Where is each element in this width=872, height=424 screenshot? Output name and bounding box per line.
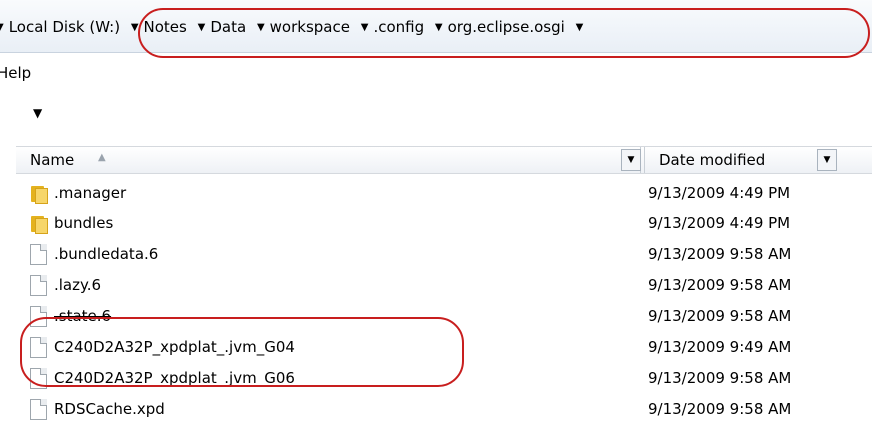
file-icon	[30, 399, 47, 420]
file-date: 9/13/2009 4:49 PM	[648, 214, 791, 232]
file-date: 9/13/2009 9:58 AM	[648, 307, 792, 325]
list-item[interactable]: .lazy.6 9/13/2009 9:58 AM	[0, 270, 872, 300]
column-date-label: Date modified	[659, 151, 766, 169]
chevron-down-icon[interactable]: ▼	[198, 22, 206, 33]
list-item[interactable]: .state.6 9/13/2009 9:58 AM	[0, 301, 872, 331]
list-item[interactable]: bundles 9/13/2009 4:49 PM	[0, 208, 872, 238]
file-date: 9/13/2009 9:58 AM	[648, 276, 792, 294]
chevron-down-icon[interactable]: ▼	[131, 22, 139, 33]
file-icon	[30, 368, 47, 389]
file-icon	[30, 306, 47, 327]
column-name-dropdown[interactable]: ▼	[621, 149, 641, 171]
breadcrumb-item[interactable]: ▼ .config	[361, 18, 424, 36]
folder-icon	[30, 213, 48, 234]
chevron-down-icon[interactable]: ▼	[435, 22, 443, 33]
menu-help[interactable]: Help	[0, 64, 31, 82]
file-date: 9/13/2009 9:58 AM	[648, 400, 792, 418]
sort-ascending-icon: ▲	[98, 152, 106, 163]
chevron-down-icon[interactable]: ▼	[576, 22, 584, 33]
file-name: bundles	[54, 214, 114, 232]
folder-icon	[30, 183, 48, 204]
breadcrumb-item[interactable]: ▼ workspace	[257, 18, 350, 36]
breadcrumb-item[interactable]: ▼ Notes	[131, 18, 187, 36]
file-date: 9/13/2009 9:58 AM	[648, 369, 792, 387]
file-name: C240D2A32P_xpdplat_.jvm_G04	[54, 338, 295, 356]
file-name: RDSCache.xpd	[54, 400, 165, 418]
list-item[interactable]: .manager 9/13/2009 4:49 PM	[0, 178, 872, 208]
chevron-down-icon[interactable]: ▼	[257, 22, 265, 33]
column-date-dropdown[interactable]: ▼	[817, 149, 837, 171]
file-name: .bundledata.6	[54, 245, 159, 263]
address-bar[interactable]: ▼Local Disk (W:) ▼Notes ▼Data ▼workspace…	[0, 0, 872, 53]
toolbar-dropdown-icon[interactable]: ▼	[33, 106, 42, 120]
breadcrumb-item[interactable]: ▼ Data	[198, 18, 247, 36]
file-icon	[30, 244, 47, 265]
column-name-label: Name	[30, 151, 75, 169]
toolbar: ▼	[0, 104, 872, 132]
file-name: .state.6	[54, 307, 112, 325]
breadcrumb-more[interactable]: ▼	[576, 18, 589, 36]
file-date: 9/13/2009 4:49 PM	[648, 184, 791, 202]
column-date-modified[interactable]: Date modified ▼	[644, 147, 845, 173]
file-name: .lazy.6	[54, 276, 102, 294]
chevron-down-icon[interactable]: ▼	[0, 22, 4, 33]
file-name: .manager	[54, 184, 127, 202]
file-date: 9/13/2009 9:58 AM	[648, 245, 792, 263]
list-item[interactable]: .bundledata.6 9/13/2009 9:58 AM	[0, 239, 872, 269]
breadcrumb-item[interactable]: ▼Local Disk (W:)	[0, 18, 120, 36]
list-item[interactable]: C240D2A32P_xpdplat_.jvm_G06 9/13/2009 9:…	[0, 363, 872, 393]
file-icon	[30, 337, 47, 358]
column-name[interactable]: Name ▲ ▼	[16, 147, 641, 173]
file-icon	[30, 275, 47, 296]
list-item[interactable]: C240D2A32P_xpdplat_.jvm_G04 9/13/2009 9:…	[0, 332, 872, 362]
breadcrumb-item[interactable]: ▼ org.eclipse.osgi	[435, 18, 565, 36]
chevron-down-icon[interactable]: ▼	[361, 22, 369, 33]
breadcrumb: ▼Local Disk (W:) ▼Notes ▼Data ▼workspace…	[0, 18, 594, 36]
column-header: Name ▲ ▼ Date modified ▼	[16, 146, 872, 174]
file-name: C240D2A32P_xpdplat_.jvm_G06	[54, 369, 295, 387]
file-date: 9/13/2009 9:49 AM	[648, 338, 792, 356]
